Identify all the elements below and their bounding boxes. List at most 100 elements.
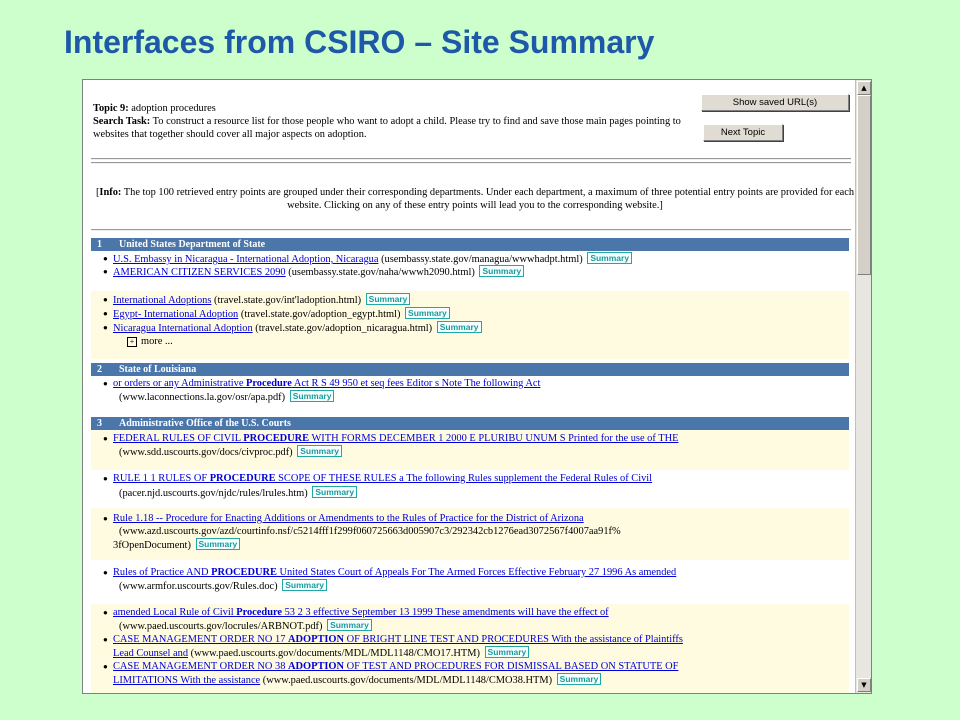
list-item-url: LIMITATIONS With the assistance (www.pae…: [113, 673, 848, 687]
result-url: (www.azd.uscourts.gov/azd/courtinfo.nsf/…: [119, 526, 621, 537]
more-label: more ...: [141, 336, 173, 347]
list-item: ● Rule 1.18 -- Procedure for Enacting Ad…: [103, 513, 584, 524]
next-topic-button[interactable]: Next Topic: [703, 124, 783, 141]
list-item: ● CASE MANAGEMENT ORDER NO 38 ADOPTION O…: [103, 661, 679, 672]
summary-button[interactable]: Summary: [556, 673, 602, 685]
list-item: ● RULE 1 1 RULES OF PROCEDURE SCOPE OF T…: [103, 473, 653, 484]
list-item-url: 3fOpenDocument) Summary: [113, 538, 848, 552]
department-name: Administrative Office of the U.S. Courts: [119, 418, 291, 429]
summary-button[interactable]: Summary: [365, 293, 411, 305]
result-link[interactable]: CASE MANAGEMENT ORDER NO 17 ADOPTION OF …: [113, 634, 683, 645]
result-url: (www.paed.uscourts.gov/documents/MDL/MDL…: [190, 648, 480, 659]
list-item: ● or orders or any Administrative Proced…: [103, 378, 541, 389]
site-group: ● amended Local Rule of Civil Procedure …: [91, 604, 849, 693]
site-group: ● Rule 1.18 -- Procedure for Enacting Ad…: [91, 508, 849, 560]
list-item: ● CASE MANAGEMENT ORDER NO 17 ADOPTION O…: [103, 634, 683, 645]
result-url: (www.paed.uscourts.gov/locrules/ARBNOT.p…: [119, 621, 323, 632]
department-name: State of Louisiana: [119, 364, 197, 375]
list-item: ● International Adoptions (travel.state.…: [103, 293, 848, 307]
list-item: ● Nicaragua International Adoption (trav…: [103, 321, 848, 335]
scroll-thumb[interactable]: [857, 95, 871, 275]
summary-button[interactable]: Summary: [436, 321, 482, 333]
department-header: 2 State of Louisiana: [91, 363, 849, 376]
result-url: (www.sdd.uscourts.gov/docs/civproc.pdf): [119, 447, 293, 458]
result-link[interactable]: Rules of Practice AND PROCEDURE United S…: [113, 567, 676, 578]
result-link[interactable]: or orders or any Administrative Procedur…: [113, 378, 540, 389]
plus-icon: +: [127, 337, 137, 347]
list-item: ● amended Local Rule of Civil Procedure …: [103, 607, 609, 618]
browser-window: Topic 9: adoption procedures Search Task…: [82, 79, 872, 694]
result-link[interactable]: RULE 1 1 RULES OF PROCEDURE SCOPE OF THE…: [113, 473, 652, 484]
result-url: (usembassy.state.gov/naha/wwwh2090.html): [288, 267, 475, 278]
summary-button[interactable]: Summary: [195, 538, 241, 550]
list-item: ● Rules of Practice AND PROCEDURE United…: [103, 567, 677, 578]
show-saved-urls-button[interactable]: Show saved URL(s): [701, 94, 849, 111]
result-url: (usembassy.state.gov/managua/wwwhadpt.ht…: [381, 254, 583, 265]
result-link[interactable]: U.S. Embassy in Nicaragua - Internationa…: [113, 254, 378, 265]
list-item-url: Lead Counsel and (www.paed.uscourts.gov/…: [113, 646, 848, 660]
list-item-url: (www.sdd.uscourts.gov/docs/civproc.pdf) …: [113, 445, 854, 459]
result-url: (travel.state.gov/adoption_egypt.html): [240, 309, 401, 320]
list-item-url: (www.paed.uscourts.gov/locrules/ARBNOT.p…: [113, 619, 854, 633]
vertical-scrollbar[interactable]: ▲ ▼: [855, 80, 871, 693]
divider: [91, 158, 851, 160]
info-text: [Info: The top 100 retrieved entry point…: [95, 187, 855, 211]
result-url: 3fOpenDocument): [113, 540, 191, 551]
summary-button[interactable]: Summary: [312, 486, 358, 498]
topic-label: Topic 9:: [93, 103, 129, 114]
result-link[interactable]: AMERICAN CITIZEN SERVICES 2090: [113, 267, 286, 278]
result-link[interactable]: amended Local Rule of Civil Procedure 53…: [113, 607, 609, 618]
topic-text: adoption procedures: [128, 103, 216, 114]
result-url: (pacer.njd.uscourts.gov/njdc/rules/lrule…: [119, 488, 308, 499]
info-body: The top 100 retrieved entry points are g…: [121, 187, 855, 211]
result-link[interactable]: CASE MANAGEMENT ORDER NO 38 ADOPTION OF …: [113, 661, 678, 672]
search-task-label: Search Task:: [93, 116, 151, 127]
summary-button[interactable]: Summary: [405, 307, 450, 319]
result-url: (travel.state.gov/int'ladoption.html): [214, 295, 362, 306]
task-description: Topic 9: adoption procedures Search Task…: [93, 102, 683, 141]
divider: [91, 229, 851, 231]
list-item: ● Egypt- International Adoption (travel.…: [103, 307, 848, 321]
result-link[interactable]: International Adoptions: [113, 295, 211, 306]
result-link[interactable]: Egypt- International Adoption: [113, 309, 238, 320]
list-item-url: (www.armfor.uscourts.gov/Rules.doc) Summ…: [113, 579, 854, 593]
department-name: United States Department of State: [119, 239, 266, 250]
page-content: Topic 9: adoption procedures Search Task…: [91, 80, 857, 693]
site-group: ● or orders or any Administrative Proced…: [91, 376, 849, 412]
site-group: ● International Adoptions (travel.state.…: [91, 291, 849, 359]
result-url: (www.paed.uscourts.gov/documents/MDL/MDL…: [262, 675, 553, 686]
divider: [91, 162, 851, 164]
scroll-down-icon[interactable]: ▼: [857, 678, 871, 692]
list-item: ● FEDERAL RULES OF CIVIL PROCEDURE WITH …: [103, 433, 679, 444]
site-group: ● FEDERAL RULES OF CIVIL PROCEDURE WITH …: [91, 430, 849, 470]
result-link-continued[interactable]: LIMITATIONS With the assistance: [113, 675, 260, 686]
search-task-text: To construct a resource list for those p…: [93, 116, 681, 140]
more-toggle[interactable]: + more ...: [127, 335, 173, 348]
site-group: ● U.S. Embassy in Nicaragua - Internatio…: [91, 251, 849, 289]
list-item: ● U.S. Embassy in Nicaragua - Internatio…: [103, 252, 848, 266]
result-link[interactable]: Nicaragua International Adoption: [113, 323, 253, 334]
summary-button[interactable]: Summary: [587, 252, 633, 264]
result-link[interactable]: Rule 1.18 -- Procedure for Enacting Addi…: [113, 513, 584, 524]
scroll-up-icon[interactable]: ▲: [857, 81, 871, 95]
summary-button[interactable]: Summary: [327, 619, 372, 631]
result-url: (www.armfor.uscourts.gov/Rules.doc): [119, 581, 278, 592]
info-label: Info:: [99, 187, 122, 198]
department-header: 3 Administrative Office of the U.S. Court…: [91, 417, 849, 430]
summary-button[interactable]: Summary: [484, 646, 530, 658]
summary-button[interactable]: Summary: [282, 579, 327, 591]
site-group: ● Rules of Practice AND PROCEDURE United…: [91, 562, 849, 602]
site-group: ● RULE 1 1 RULES OF PROCEDURE SCOPE OF T…: [91, 472, 849, 508]
summary-button[interactable]: Summary: [289, 390, 335, 402]
summary-button[interactable]: Summary: [479, 265, 525, 277]
list-item-url: (pacer.njd.uscourts.gov/njdc/rules/lrule…: [113, 486, 854, 500]
result-link[interactable]: FEDERAL RULES OF CIVIL PROCEDURE WITH FO…: [113, 433, 678, 444]
slide-title: Interfaces from CSIRO – Site Summary: [64, 24, 655, 60]
department-header: 1 United States Department of State: [91, 238, 849, 251]
result-url: (travel.state.gov/adoption_nicaragua.htm…: [255, 323, 433, 334]
summary-button[interactable]: Summary: [297, 445, 342, 457]
list-item-url: (www.azd.uscourts.gov/azd/courtinfo.nsf/…: [113, 525, 854, 538]
list-item: ● AMERICAN CITIZEN SERVICES 2090 (usemba…: [103, 265, 848, 279]
result-link-continued[interactable]: Lead Counsel and: [113, 648, 188, 659]
list-item-url: (www.laconnections.la.gov/osr/apa.pdf) S…: [113, 390, 854, 404]
